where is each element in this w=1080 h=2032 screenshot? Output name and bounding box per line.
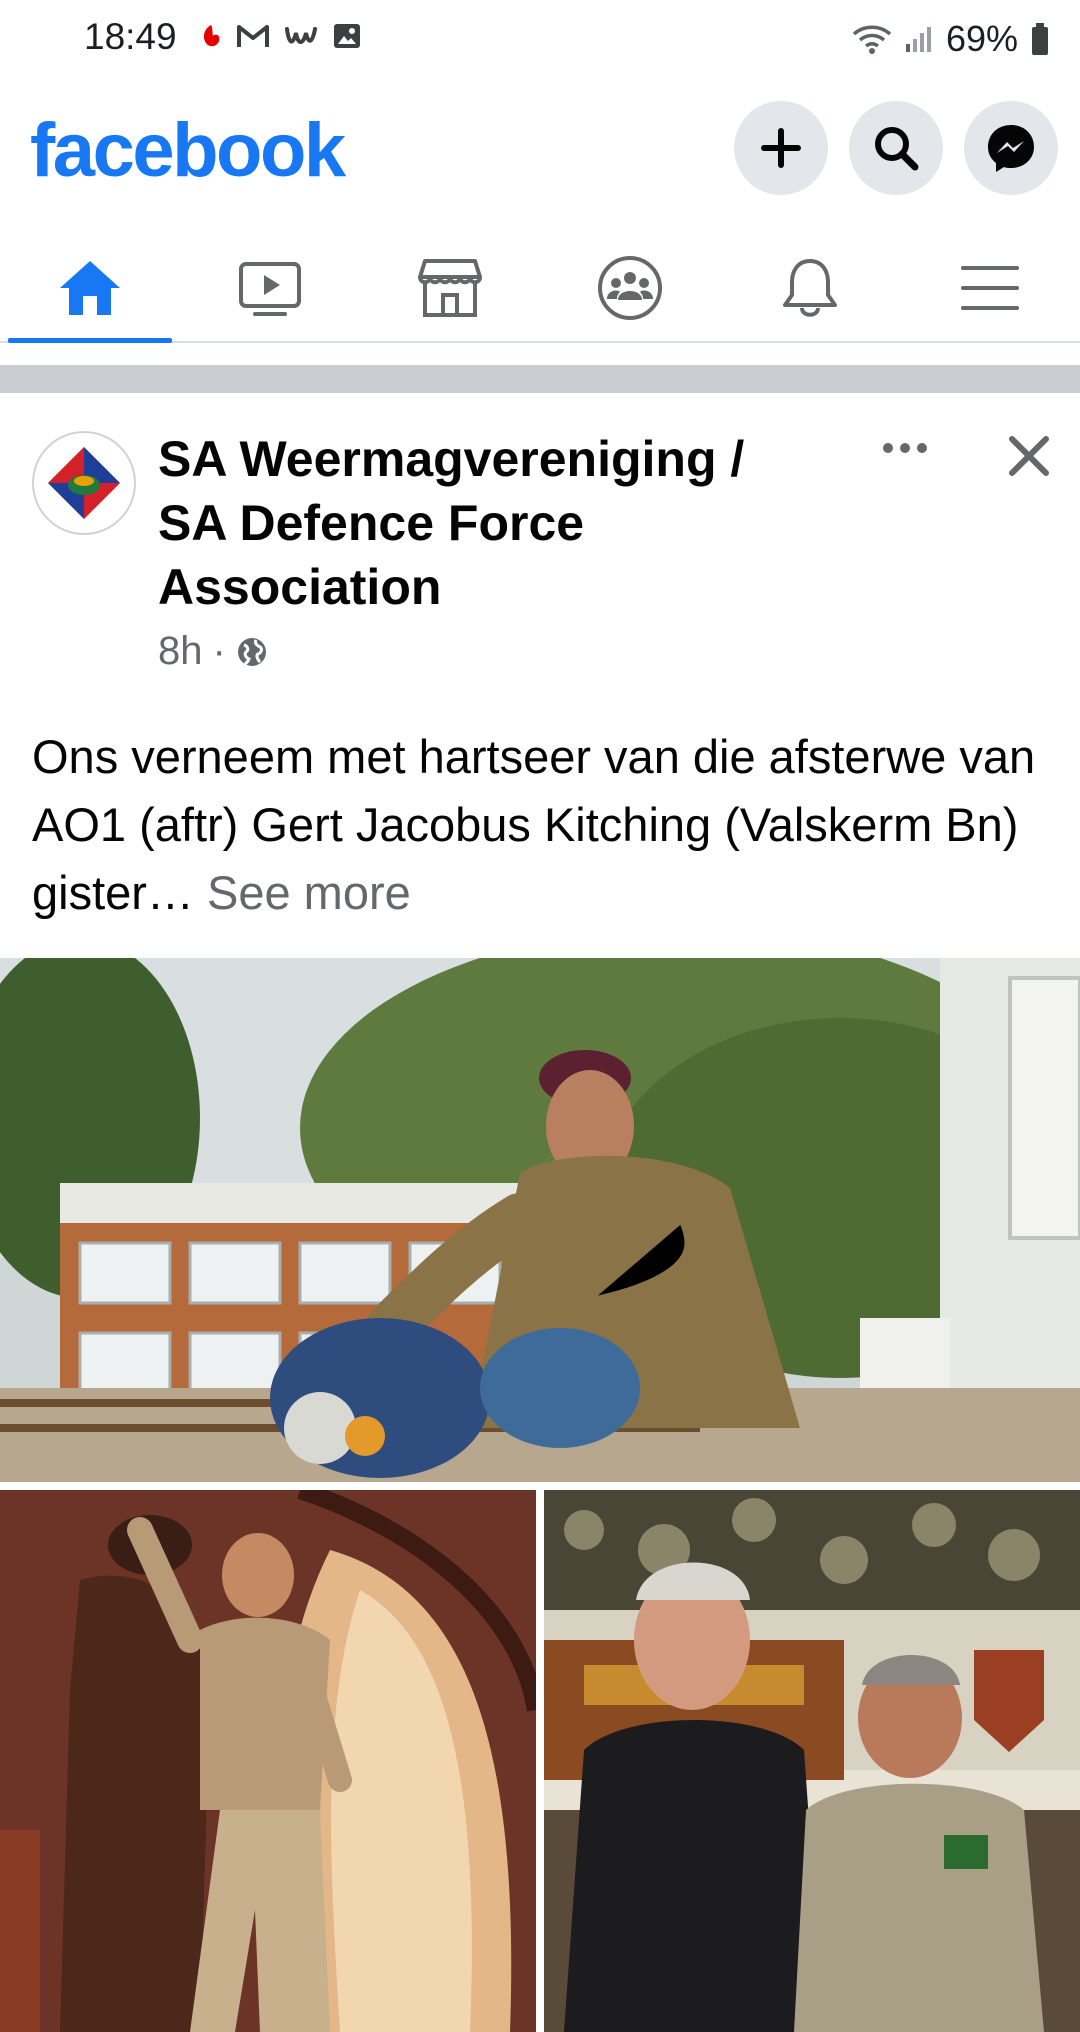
author-line-1: SA Weermagvereniging / [158, 431, 745, 487]
post-author[interactable]: SA Weermagvereniging / SA Defence Force … [158, 427, 798, 619]
post-time[interactable]: 8h [158, 629, 203, 674]
main-nav [0, 235, 1080, 343]
active-tab-indicator [8, 338, 172, 343]
post-photo-right[interactable] [544, 1490, 1080, 2032]
tab-notifications[interactable] [720, 235, 900, 341]
create-button[interactable] [734, 101, 828, 195]
author-line-2: SA Defence Force [158, 495, 585, 551]
video-icon [239, 262, 301, 316]
messenger-icon [988, 125, 1034, 172]
author-line-3: Association [158, 559, 442, 615]
tab-home[interactable] [0, 235, 180, 343]
w-app-icon [285, 27, 317, 44]
groups-icon [598, 256, 662, 320]
battery-icon [1032, 23, 1048, 55]
page-avatar[interactable] [32, 431, 136, 535]
meta-separator: · [212, 629, 226, 673]
post-body: Ons verneem met hartseer van die afsterw… [32, 730, 1036, 919]
menu-icon [961, 266, 1019, 310]
gallery-icon [334, 24, 360, 48]
globe-icon [237, 637, 266, 666]
app-header: facebook [0, 95, 1080, 205]
more-icon [883, 443, 927, 453]
post-photo-left[interactable] [0, 1490, 536, 2032]
notification-icons [200, 22, 362, 50]
battery-percent: 69% [945, 18, 1018, 59]
plus-icon [761, 128, 801, 168]
wifi-icon [852, 25, 892, 54]
marketplace-icon [418, 259, 482, 317]
tab-menu[interactable] [900, 235, 1080, 341]
post-meta: 8h · [158, 629, 268, 674]
post-options-button[interactable] [870, 423, 940, 473]
feed-divider [0, 365, 1080, 393]
tab-watch[interactable] [180, 235, 360, 341]
signal-icon [905, 27, 931, 52]
post-photo-main[interactable] [0, 958, 1080, 1482]
search-button[interactable] [849, 101, 943, 195]
hide-post-button[interactable] [996, 423, 1062, 489]
bell-icon [783, 259, 837, 317]
system-icons: 69% [852, 18, 1050, 60]
vodafone-icon [203, 25, 220, 47]
post-text: Ons verneem met hartseer van die afsterw… [32, 723, 1052, 927]
see-more-link[interactable]: See more [207, 866, 411, 919]
status-bar: 18:49 69% [0, 0, 1080, 80]
search-icon [875, 127, 919, 171]
gmail-icon [237, 25, 269, 47]
close-icon [1009, 436, 1049, 476]
messenger-button[interactable] [964, 101, 1058, 195]
facebook-logo[interactable]: facebook [30, 107, 346, 194]
home-icon [60, 261, 120, 315]
sadfa-logo-icon [36, 435, 132, 531]
tab-groups[interactable] [540, 235, 720, 341]
status-time: 18:49 [84, 16, 177, 57]
tab-marketplace[interactable] [360, 235, 540, 341]
